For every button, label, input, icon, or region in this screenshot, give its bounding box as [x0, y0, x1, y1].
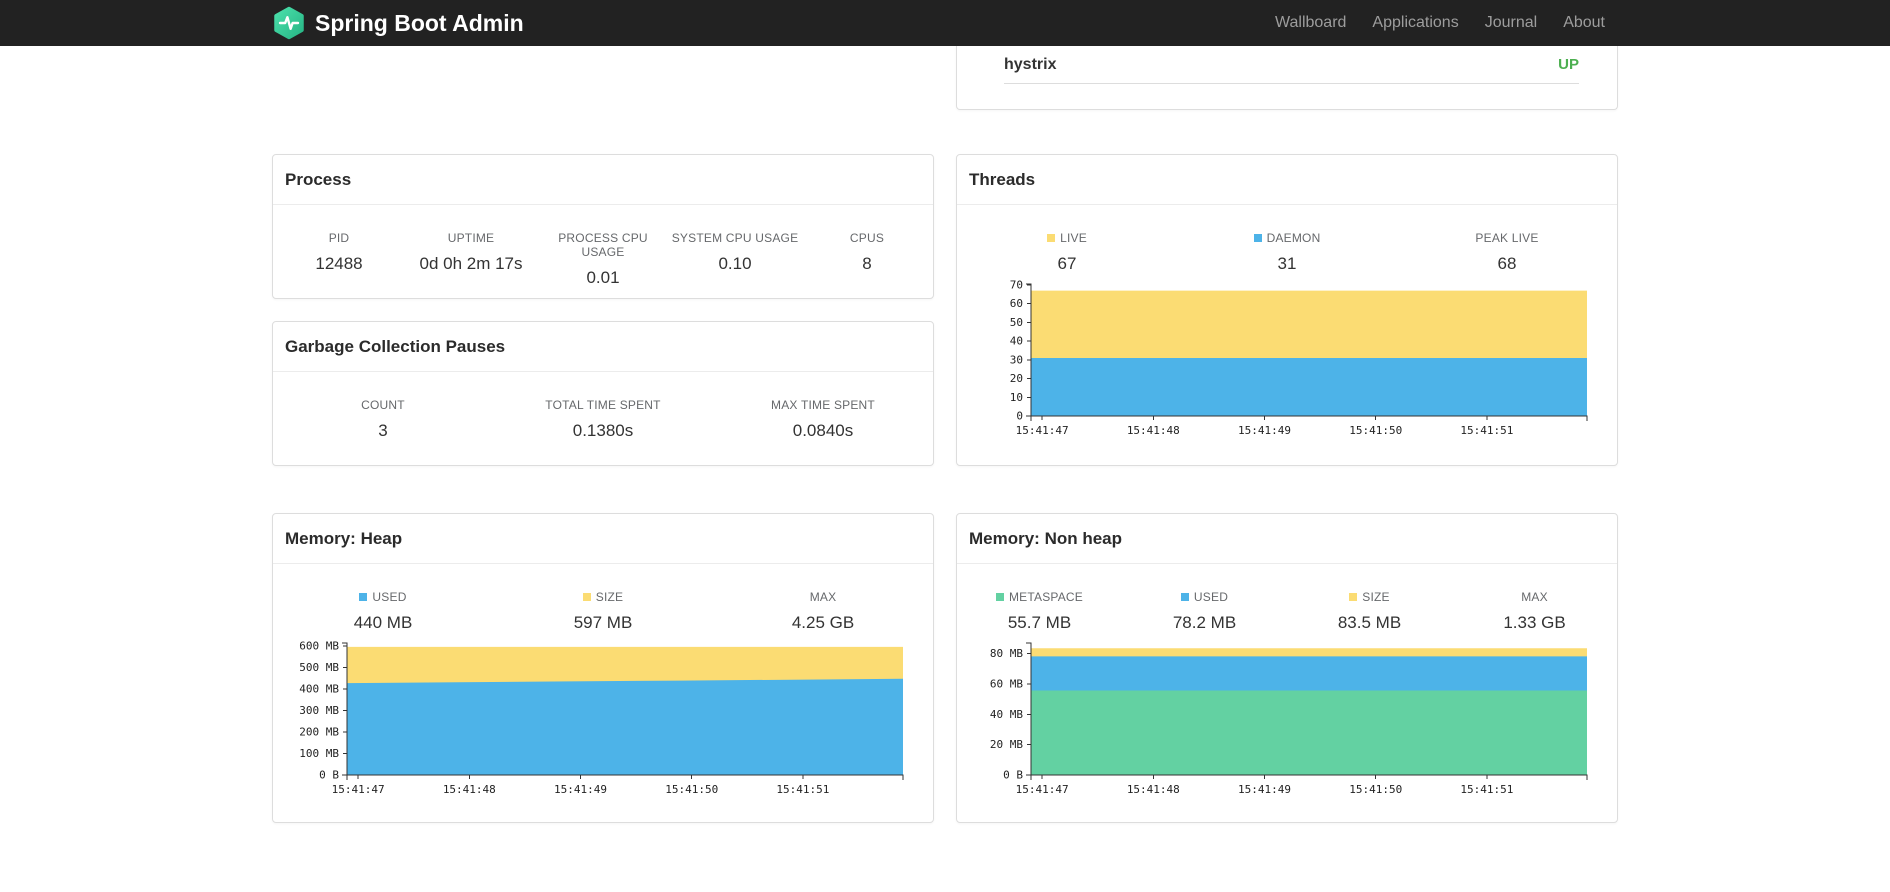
svg-text:30: 30 — [1010, 353, 1023, 366]
stat-threads-peak-live: PEAK LIVE 68 — [1475, 231, 1539, 273]
svg-text:0 B: 0 B — [319, 769, 339, 782]
gc-card-title: Garbage Collection Pauses — [273, 322, 933, 372]
stat-gc-count: COUNT 3 — [361, 398, 405, 440]
svg-text:15:41:49: 15:41:49 — [1238, 424, 1291, 437]
nav-link-about[interactable]: About — [1550, 0, 1618, 46]
svg-text:70: 70 — [1010, 278, 1023, 291]
used-legend-marker — [359, 593, 368, 601]
process-card-title: Process — [273, 155, 933, 205]
svg-text:15:41:47: 15:41:47 — [1016, 783, 1069, 796]
svg-text:80 MB: 80 MB — [990, 647, 1023, 660]
nav-link-applications[interactable]: Applications — [1359, 0, 1471, 46]
main-content: Process PID 12488 UPTIME 0d 0h 2m 17s PR… — [272, 46, 1618, 823]
svg-text:15:41:47: 15:41:47 — [1016, 424, 1069, 437]
stat-heap-size: SIZE 597 MB — [573, 590, 633, 632]
used-legend-marker — [1180, 593, 1189, 601]
svg-text:20 MB: 20 MB — [990, 738, 1023, 751]
memory-heap-card: Memory: Heap USED 440 MB SIZE 597 MB MAX… — [272, 513, 934, 823]
stat-nonheap-used: USED 78.2 MB — [1172, 590, 1237, 632]
applications-status-card: hystrix UP — [956, 46, 1618, 110]
navbar: Spring Boot Admin Wallboard Applications… — [0, 0, 1890, 46]
nonheap-card-title: Memory: Non heap — [957, 514, 1617, 564]
threads-chart: 0 10 20 30 40 50 60 70 15:41:47 15:41:48 15:41:49 1… — [957, 278, 1617, 448]
svg-text:40 MB: 40 MB — [990, 708, 1023, 721]
size-legend-marker — [1349, 593, 1358, 601]
threads-card: Threads LIVE 67 DAEMON 31 PEAK LIVE 68 0… — [956, 154, 1618, 466]
application-name[interactable]: hystrix — [1004, 56, 1056, 74]
nav-links: Wallboard Applications Journal About — [1262, 0, 1618, 46]
svg-text:600 MB: 600 MB — [299, 640, 339, 653]
svg-text:0 B: 0 B — [1003, 769, 1023, 782]
metaspace-legend-marker — [995, 593, 1004, 601]
stat-pid: PID 12488 — [315, 231, 363, 273]
svg-text:15:41:49: 15:41:49 — [554, 783, 607, 796]
svg-text:60 MB: 60 MB — [990, 678, 1023, 691]
gc-pauses-card: Garbage Collection Pauses COUNT 3 TOTAL … — [272, 321, 934, 466]
process-card: Process PID 12488 UPTIME 0d 0h 2m 17s PR… — [272, 154, 934, 299]
svg-text:15:41:50: 15:41:50 — [1349, 424, 1402, 437]
svg-text:500 MB: 500 MB — [299, 661, 339, 674]
svg-text:15:41:49: 15:41:49 — [1238, 783, 1291, 796]
stat-gc-max-time: MAX TIME SPENT 0.0840s — [771, 398, 875, 440]
memory-heap-chart: 0 B 100 MB 200 MB 300 MB 400 MB 500 MB 600 MB 1… — [273, 637, 933, 807]
brand-link[interactable]: Spring Boot Admin — [272, 6, 524, 40]
stat-nonheap-size: SIZE 83.5 MB — [1337, 590, 1402, 632]
svg-text:60: 60 — [1010, 297, 1023, 310]
stat-threads-live: LIVE 67 — [957, 231, 1177, 274]
svg-text:15:41:50: 15:41:50 — [665, 783, 718, 796]
svg-text:15:41:50: 15:41:50 — [1349, 783, 1402, 796]
heap-card-title: Memory: Heap — [273, 514, 933, 564]
application-row[interactable]: hystrix UP — [1004, 46, 1579, 84]
brand-logo-icon — [272, 6, 306, 40]
memory-nonheap-chart: 0 B 20 MB 40 MB 60 MB 80 MB 15:41:47 15:41:48 1… — [957, 637, 1617, 807]
svg-text:10: 10 — [1010, 391, 1023, 404]
size-legend-marker — [582, 593, 591, 601]
brand-title: Spring Boot Admin — [315, 9, 524, 36]
live-legend-marker — [1047, 234, 1056, 242]
daemon-legend-marker — [1253, 234, 1262, 242]
svg-text:15:41:48: 15:41:48 — [1127, 783, 1180, 796]
svg-text:100 MB: 100 MB — [299, 747, 339, 760]
svg-text:15:41:48: 15:41:48 — [443, 783, 496, 796]
nav-link-wallboard[interactable]: Wallboard — [1262, 0, 1359, 46]
stat-cpus: CPUS 8 — [849, 231, 885, 273]
stat-nonheap-metaspace: METASPACE 55.7 MB — [957, 590, 1122, 633]
svg-text:300 MB: 300 MB — [299, 704, 339, 717]
stat-nonheap-max: MAX 1.33 GB — [1503, 590, 1566, 632]
stat-system-cpu-usage: SYSTEM CPU USAGE 0.10 — [671, 231, 799, 273]
stat-heap-used: USED 440 MB — [353, 590, 413, 632]
svg-text:15:41:51: 15:41:51 — [776, 783, 829, 796]
svg-text:15:41:47: 15:41:47 — [332, 783, 385, 796]
stat-process-cpu-usage: PROCESS CPU USAGE 0.01 — [558, 231, 648, 287]
svg-text:15:41:48: 15:41:48 — [1127, 424, 1180, 437]
svg-text:400 MB: 400 MB — [299, 683, 339, 696]
stat-heap-max: MAX 4.25 GB — [791, 590, 855, 632]
svg-text:20: 20 — [1010, 372, 1023, 385]
svg-text:15:41:51: 15:41:51 — [1460, 424, 1513, 437]
svg-text:40: 40 — [1010, 335, 1023, 348]
svg-text:200 MB: 200 MB — [299, 726, 339, 739]
nav-link-journal[interactable]: Journal — [1472, 0, 1550, 46]
application-status-badge: UP — [1558, 56, 1579, 73]
stat-gc-total-time: TOTAL TIME SPENT 0.1380s — [545, 398, 661, 440]
svg-text:50: 50 — [1010, 316, 1023, 329]
svg-text:0: 0 — [1016, 410, 1023, 423]
memory-nonheap-card: Memory: Non heap METASPACE 55.7 MB USED … — [956, 513, 1618, 823]
svg-text:15:41:51: 15:41:51 — [1460, 783, 1513, 796]
threads-card-title: Threads — [957, 155, 1617, 205]
stat-threads-daemon: DAEMON 31 — [1177, 231, 1397, 274]
stat-uptime: UPTIME 0d 0h 2m 17s — [419, 231, 523, 273]
